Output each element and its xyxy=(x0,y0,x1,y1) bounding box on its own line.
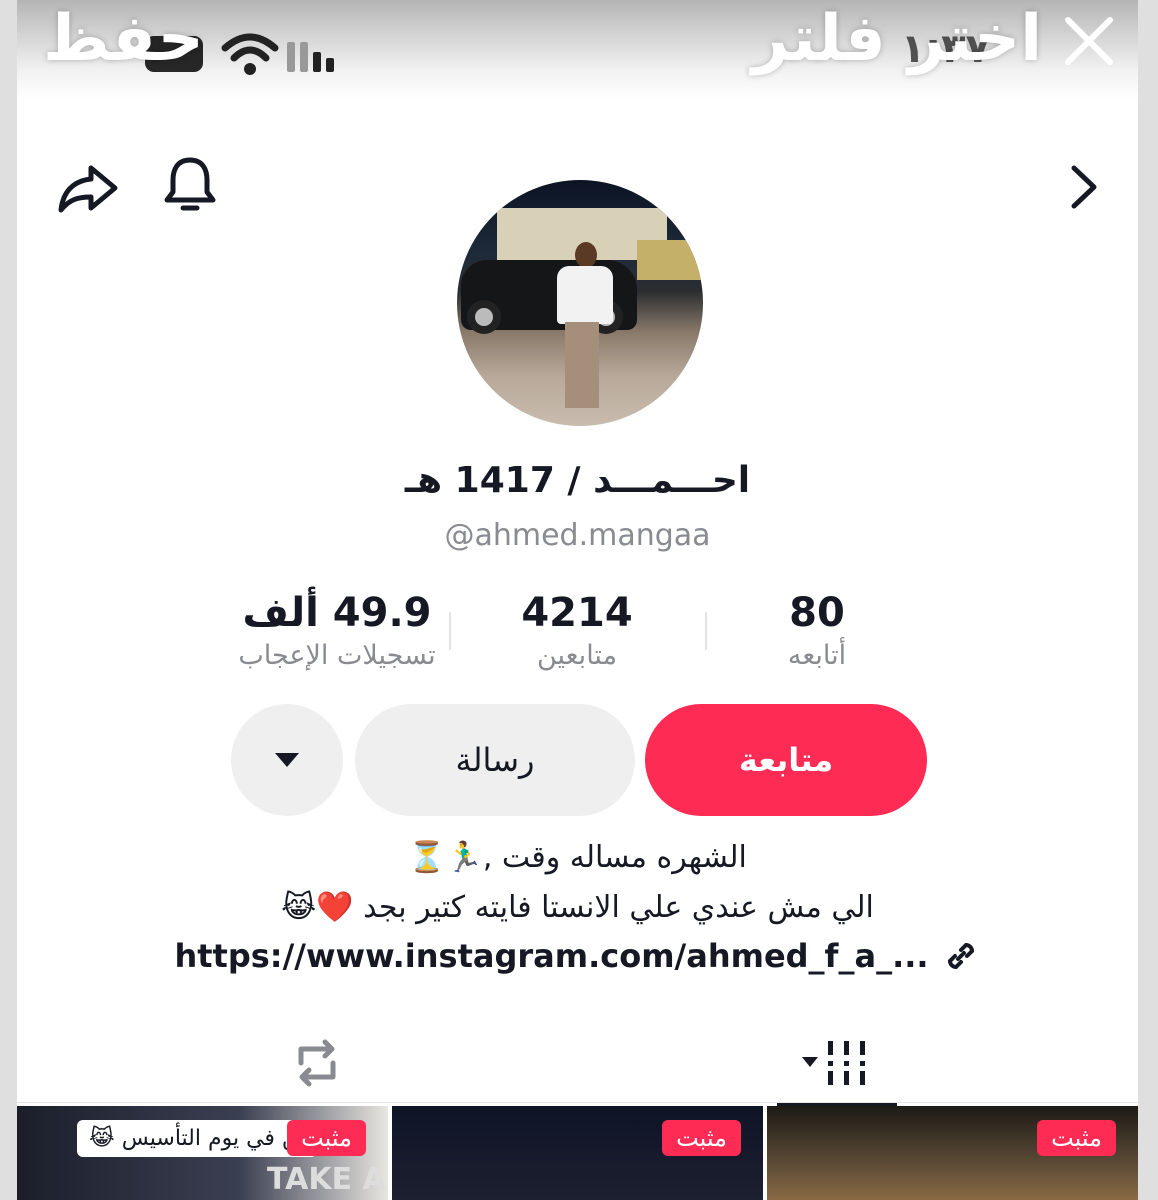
profile-stats: 80 أتابعه 4214 متابعين 49.9 ألف تسجيلات … xyxy=(217,590,937,680)
more-options-button[interactable] xyxy=(231,704,343,816)
avatar-person-legs xyxy=(565,322,599,408)
thumbnail-caption: ين في يوم التأسيس 😹 xyxy=(77,1120,317,1157)
chevron-right-icon[interactable] xyxy=(1048,152,1118,222)
pinned-badge: مثبت xyxy=(1037,1120,1116,1156)
stat-following[interactable]: 80 أتابعه xyxy=(697,590,937,671)
page-edge-right xyxy=(1138,0,1158,1200)
avatar-person-head xyxy=(575,242,597,268)
stat-likes[interactable]: 49.9 ألف تسجيلات الإعجاب xyxy=(217,590,457,671)
bio-link[interactable]: https://www.instagram.com/ahmed_f_a_... xyxy=(174,937,928,975)
stat-following-label: أتابعه xyxy=(787,640,847,671)
tab-divider xyxy=(17,1102,1138,1103)
stat-likes-label: تسجيلات الإعجاب xyxy=(238,640,436,671)
caret-down-icon xyxy=(275,753,299,767)
bio-line-1: الشهره مساله وقت ,🏃‍♂️⏳ xyxy=(408,840,747,875)
avatar-building-side xyxy=(637,240,703,280)
username: @ahmed.mangaa xyxy=(444,518,711,553)
stat-followers-label: متابعين xyxy=(536,640,618,671)
signal-icon xyxy=(287,38,334,72)
profile-screen: ١:٣٧ حفظ اختر فلتر احـــمـــد / 1417 هـ … xyxy=(17,0,1138,1200)
link-icon xyxy=(947,942,974,970)
stat-likes-value: 49.9 ألف xyxy=(242,590,432,636)
bio-line-2: الي مش عندي علي الانستا فايته كتير بجد ❤… xyxy=(281,890,874,925)
message-button[interactable]: رسالة xyxy=(355,704,635,816)
video-grid: ين في يوم التأسيس 😹 TAKE A ST مثبت مثبت … xyxy=(17,1106,1138,1200)
video-thumbnail[interactable]: مثبت xyxy=(392,1106,763,1200)
repost-icon xyxy=(298,1039,336,1087)
wifi-icon xyxy=(221,33,279,75)
save-button[interactable]: حفظ xyxy=(43,2,204,76)
stat-divider xyxy=(705,612,707,650)
profile-tabs xyxy=(17,1020,1138,1106)
video-thumbnail[interactable]: مثبت xyxy=(767,1106,1138,1200)
avatar[interactable] xyxy=(457,180,703,426)
tab-reposts[interactable] xyxy=(257,1020,377,1106)
avatar-car-wheel xyxy=(467,300,501,334)
stat-following-value: 80 xyxy=(789,590,845,636)
pinned-badge: مثبت xyxy=(287,1120,366,1156)
video-thumbnail[interactable]: ين في يوم التأسيس 😹 TAKE A ST مثبت xyxy=(17,1106,388,1200)
grid-icon xyxy=(802,1041,865,1085)
page-edge-left xyxy=(0,0,17,1200)
tab-videos[interactable] xyxy=(777,1020,897,1106)
bio-link-row[interactable]: https://www.instagram.com/ahmed_f_a_... xyxy=(17,936,1138,976)
stat-followers-value: 4214 xyxy=(521,590,633,636)
avatar-person-body xyxy=(557,266,613,324)
choose-filter-button[interactable]: اختر فلتر xyxy=(752,2,1042,76)
follow-button[interactable]: متابعة xyxy=(645,704,927,816)
display-name: احـــمـــد / 1417 هـ xyxy=(404,460,751,501)
bell-icon[interactable] xyxy=(155,150,225,220)
close-icon[interactable] xyxy=(1054,6,1124,76)
thumbnail-sign-text: TAKE A ST xyxy=(267,1162,386,1200)
stat-followers[interactable]: 4214 متابعين xyxy=(457,590,697,671)
pinned-badge: مثبت xyxy=(662,1120,741,1156)
share-icon[interactable] xyxy=(53,152,123,222)
